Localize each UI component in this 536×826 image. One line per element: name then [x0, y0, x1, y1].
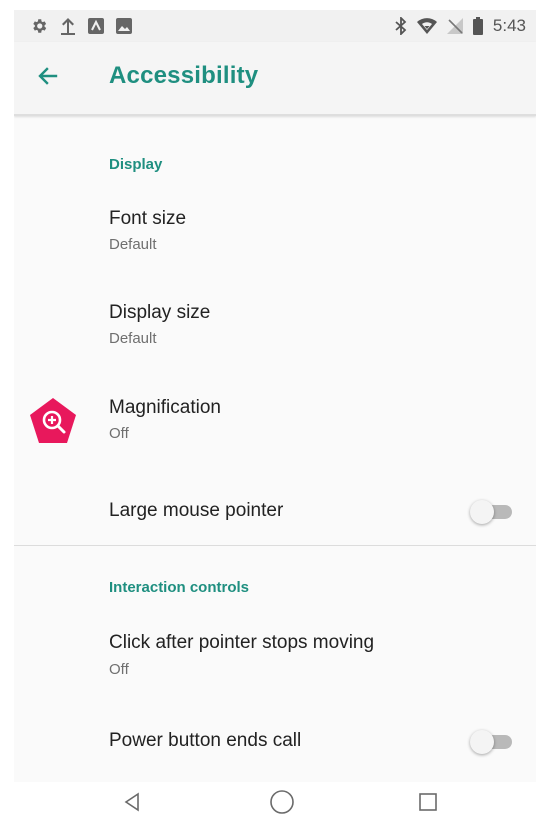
setting-font-size[interactable]: Font size Default: [14, 196, 536, 276]
setting-magnification[interactable]: Magnification Off: [14, 386, 536, 466]
status-time: 5:43: [492, 16, 526, 35]
toggle-thumb: [470, 730, 494, 754]
setting-power-button-ends-call[interactable]: Power button ends call: [14, 716, 536, 772]
page-title: Accessibility: [109, 62, 259, 89]
setting-title: Font size: [109, 208, 187, 229]
setting-click-after-pointer[interactable]: Click after pointer stops moving Off: [14, 621, 536, 701]
setting-title: Magnification: [109, 397, 221, 418]
back-button[interactable]: [26, 56, 70, 100]
upload-icon: [60, 17, 76, 35]
nav-back-button[interactable]: [102, 782, 162, 826]
notification-app-icon: [88, 18, 104, 34]
setting-display-size[interactable]: Display size Default: [14, 292, 536, 372]
back-arrow-icon: [36, 64, 60, 93]
no-signal-icon: [446, 18, 463, 34]
screen: 5:43 Accessibility Display Font size Def…: [14, 10, 536, 826]
large-mouse-pointer-toggle[interactable]: [470, 500, 514, 524]
back-nav-icon: [122, 792, 142, 817]
section-header-interaction: Interaction controls: [109, 579, 250, 596]
status-bar-left: [30, 10, 132, 42]
setting-summary: Default: [109, 330, 157, 347]
nav-home-button[interactable]: [252, 782, 312, 826]
bluetooth-icon: [395, 17, 407, 35]
section-divider: [14, 545, 536, 546]
navigation-bar: [14, 782, 536, 826]
status-bar-right: 5:43: [395, 10, 526, 42]
nav-recents-button[interactable]: [398, 782, 458, 826]
battery-icon: [472, 17, 483, 35]
setting-title: Power button ends call: [109, 730, 302, 751]
magnification-icon: [28, 396, 78, 446]
setting-large-mouse-pointer[interactable]: Large mouse pointer: [14, 484, 536, 540]
setting-title: Large mouse pointer: [109, 500, 284, 521]
power-button-toggle[interactable]: [470, 730, 514, 754]
image-icon: [116, 18, 132, 34]
setting-title: Click after pointer stops moving: [109, 632, 375, 653]
home-nav-icon: [269, 789, 295, 820]
toggle-thumb: [470, 500, 494, 524]
section-header-display: Display: [109, 156, 163, 173]
setting-title: Display size: [109, 302, 211, 323]
wifi-icon: [416, 18, 437, 34]
settings-icon: [30, 17, 48, 35]
recents-nav-icon: [418, 792, 438, 817]
status-bar: 5:43: [14, 10, 536, 42]
setting-summary: Off: [109, 425, 129, 442]
setting-summary: Default: [109, 236, 157, 253]
setting-summary: Off: [109, 661, 129, 678]
app-bar: Accessibility: [14, 42, 536, 116]
